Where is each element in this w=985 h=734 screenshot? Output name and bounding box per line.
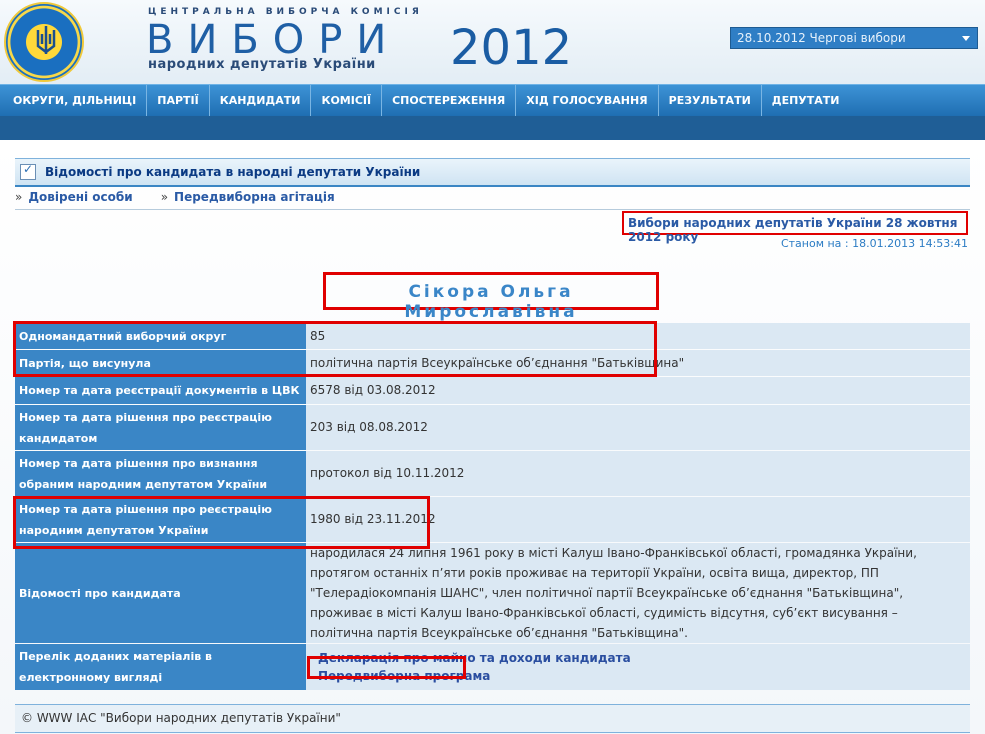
row-label: Номер та дата реєстрації документів в ЦВ… — [15, 377, 306, 404]
link-peredvyborna-ahitatsiia[interactable]: Передвиборна агітація — [174, 190, 335, 204]
table-row: Перелік доданих матеріалів в електронном… — [15, 644, 970, 690]
nav-item-partii[interactable]: ПАРТІЇ — [147, 85, 210, 116]
cvk-emblem-icon[interactable] — [4, 2, 84, 82]
copyright-text: © WWW ІАС "Вибори народних депутатів Укр… — [21, 711, 341, 725]
row-value: 203 від 08.08.2012 — [306, 405, 970, 450]
row-label: Відомості про кандидата — [15, 543, 306, 643]
election-select-value: 28.10.2012 Чергові вибори — [737, 31, 906, 45]
nav-item-rezultaty[interactable]: РЕЗУЛЬТАТИ — [659, 85, 762, 116]
trident-icon — [36, 26, 56, 54]
breadcrumb: » Довірені особи » Передвиборна агітація — [15, 190, 363, 204]
candidate-name: Сікора Ольга Мирославівна — [404, 282, 578, 322]
nav-item-komisii[interactable]: КОМІСІЇ — [311, 85, 383, 116]
election-link[interactable]: Вибори народних депутатів України 28 жов… — [622, 211, 968, 244]
nav-item-okruhy[interactable]: ОКРУГИ, ДІЛЬНИЦІ — [3, 85, 148, 116]
row-label: Номер та дата рішення про реєстрацію кан… — [15, 405, 306, 450]
nav-item-sposterezhennia[interactable]: СПОСТЕРЕЖЕННЯ — [382, 85, 517, 116]
election-year: 2012 — [450, 20, 573, 76]
link-dovireni-osoby[interactable]: Довірені особи — [28, 190, 132, 204]
table-row: Номер та дата рішення про визнання обран… — [15, 451, 970, 496]
commission-title: ЦЕНТРАЛЬНА ВИБОРЧА КОМІСІЯ — [148, 7, 423, 17]
table-row: Відомості про кандидата народилася 24 ли… — [15, 543, 970, 643]
site-header: ЦЕНТРАЛЬНА ВИБОРЧА КОМІСІЯ ВИБОРИ народн… — [0, 0, 985, 84]
table-row: Номер та дата рішення про реєстрацію кан… — [15, 405, 970, 450]
row-label: Номер та дата рішення про визнання обран… — [15, 451, 306, 496]
chevron-down-icon — [962, 36, 970, 41]
row-value: протокол від 10.11.2012 — [306, 451, 970, 496]
section-title-bar: Відомості про кандидата в народні депута… — [15, 158, 970, 187]
highlight-registration — [13, 496, 430, 549]
highlight-program — [307, 656, 466, 679]
site-subtitle: народних депутатів України — [148, 57, 376, 72]
site-footer: © WWW ІАС "Вибори народних депутатів Укр… — [15, 704, 970, 733]
nav-item-khid-holosuvannia[interactable]: ХІД ГОЛОСУВАННЯ — [516, 85, 659, 116]
breadcrumb-separator: » — [15, 190, 23, 204]
table-row: Номер та дата реєстрації документів в ЦВ… — [15, 377, 970, 404]
as-of-timestamp: Станом на : 18.01.2013 14:53:41 — [780, 237, 968, 250]
sub-nav-bar — [0, 116, 985, 140]
row-label: Перелік доданих матеріалів в електронном… — [15, 644, 306, 690]
divider — [15, 209, 970, 210]
highlight-okrug-party — [13, 321, 657, 377]
row-value: народилася 24 липня 1961 року в місті Ка… — [306, 543, 970, 643]
breadcrumb-separator: » — [160, 190, 169, 204]
section-title: Відомості про кандидата в народні депута… — [45, 165, 421, 179]
main-nav: ОКРУГИ, ДІЛЬНИЦІ ПАРТІЇ КАНДИДАТИ КОМІСІ… — [0, 84, 985, 116]
nav-item-kandydaty[interactable]: КАНДИДАТИ — [210, 85, 312, 116]
nav-item-deputaty[interactable]: ДЕПУТАТИ — [762, 85, 850, 116]
row-value: 6578 від 03.08.2012 — [306, 377, 970, 404]
election-select[interactable]: 28.10.2012 Чергові вибори — [730, 27, 978, 49]
checkbox-icon — [20, 162, 36, 180]
